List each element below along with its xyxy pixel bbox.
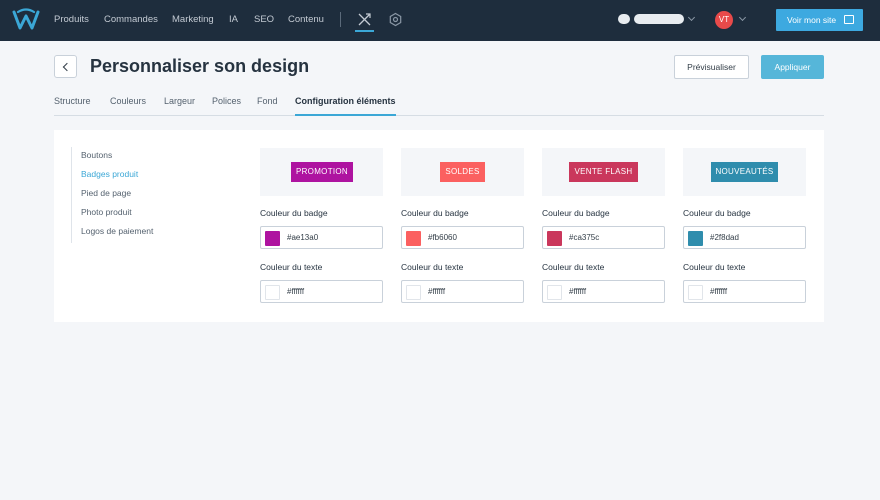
gear-icon[interactable] bbox=[388, 12, 403, 27]
text-color-label: Couleur du texte bbox=[542, 262, 605, 272]
color-swatch[interactable] bbox=[406, 231, 421, 246]
side-menu-rail bbox=[71, 147, 72, 243]
badge-color-label: Couleur du badge bbox=[542, 208, 610, 218]
account-name-redacted bbox=[634, 14, 684, 24]
nav-item-commandes[interactable]: Commandes bbox=[104, 14, 158, 25]
tab-bar: Structure Couleurs Largeur Polices Fond … bbox=[54, 96, 824, 116]
text-color-value: #ffffff bbox=[287, 287, 305, 296]
badge-color-value: #ae13a0 bbox=[287, 233, 319, 242]
badge-color-value: #ca375c bbox=[569, 233, 600, 242]
nav-divider bbox=[340, 12, 341, 27]
color-swatch[interactable] bbox=[688, 285, 703, 300]
side-item-logos-de-paiement[interactable]: Logos de paiement bbox=[81, 226, 153, 236]
top-navigation: Produits Commandes Marketing IA SEO Cont… bbox=[0, 0, 880, 41]
account-dot bbox=[618, 14, 630, 24]
badge-preview: VENTE FLASH bbox=[542, 148, 665, 196]
badge-color-label: Couleur du badge bbox=[260, 208, 328, 218]
badge-soldes: SOLDES bbox=[440, 162, 485, 182]
nav-item-marketing[interactable]: Marketing bbox=[172, 14, 214, 25]
preview-button[interactable]: Prévisualiser bbox=[674, 55, 749, 79]
side-item-boutons[interactable]: Boutons bbox=[81, 150, 112, 160]
color-swatch[interactable] bbox=[688, 231, 703, 246]
tab-couleurs[interactable]: Couleurs bbox=[110, 96, 146, 106]
badge-color-input[interactable]: #2f8dad bbox=[683, 226, 806, 249]
color-swatch[interactable] bbox=[265, 231, 280, 246]
badge-color-input[interactable]: #fb6060 bbox=[401, 226, 524, 249]
color-swatch[interactable] bbox=[406, 285, 421, 300]
nav-item-produits[interactable]: Produits bbox=[54, 14, 89, 25]
text-color-label: Couleur du texte bbox=[401, 262, 464, 272]
badge-preview: NOUVEAUTÉS bbox=[683, 148, 806, 196]
text-color-label: Couleur du texte bbox=[683, 262, 746, 272]
tab-polices[interactable]: Polices bbox=[212, 96, 241, 106]
badge-preview: PROMOTION bbox=[260, 148, 383, 196]
side-item-badges-produit[interactable]: Badges produit bbox=[81, 169, 138, 179]
text-color-input[interactable]: #ffffff bbox=[683, 280, 806, 303]
back-button[interactable] bbox=[54, 55, 77, 78]
side-item-pied-de-page[interactable]: Pied de page bbox=[81, 188, 131, 198]
badge-color-value: #2f8dad bbox=[710, 233, 739, 242]
nav-item-seo[interactable]: SEO bbox=[254, 14, 274, 25]
nav-item-contenu[interactable]: Contenu bbox=[288, 14, 324, 25]
chevron-down-icon[interactable] bbox=[738, 13, 747, 22]
color-swatch[interactable] bbox=[547, 285, 562, 300]
tab-configuration-elements[interactable]: Configuration éléments bbox=[295, 96, 396, 116]
text-color-label: Couleur du texte bbox=[260, 262, 323, 272]
settings-card: Boutons Badges produit Pied de page Phot… bbox=[54, 130, 824, 322]
tab-fond[interactable]: Fond bbox=[257, 96, 278, 106]
account-selector[interactable] bbox=[618, 14, 688, 24]
side-item-photo-produit[interactable]: Photo produit bbox=[81, 207, 132, 217]
text-color-input[interactable]: #ffffff bbox=[260, 280, 383, 303]
color-swatch[interactable] bbox=[265, 285, 280, 300]
text-color-value: #ffffff bbox=[428, 287, 446, 296]
badge-vente-flash: VENTE FLASH bbox=[569, 162, 638, 182]
badge-color-input[interactable]: #ca375c bbox=[542, 226, 665, 249]
page-title: Personnaliser son design bbox=[90, 56, 310, 76]
text-color-input[interactable]: #ffffff bbox=[542, 280, 665, 303]
text-color-value: #ffffff bbox=[569, 287, 587, 296]
badge-nouveautes: NOUVEAUTÉS bbox=[711, 162, 778, 182]
apply-button[interactable]: Appliquer bbox=[761, 55, 824, 79]
nav-item-ia[interactable]: IA bbox=[229, 14, 238, 25]
text-color-value: #ffffff bbox=[710, 287, 728, 296]
view-site-button[interactable]: Voir mon site bbox=[776, 9, 863, 31]
badge-promotion: PROMOTION bbox=[291, 162, 353, 182]
design-tools-icon[interactable] bbox=[355, 12, 374, 32]
avatar[interactable]: VT bbox=[715, 11, 733, 29]
tab-structure[interactable]: Structure bbox=[54, 96, 91, 106]
window-icon bbox=[844, 15, 854, 24]
badge-color-value: #fb6060 bbox=[428, 233, 457, 242]
brand-logo[interactable] bbox=[12, 8, 40, 32]
chevron-down-icon[interactable] bbox=[687, 13, 696, 22]
view-site-label: Voir mon site bbox=[787, 15, 837, 25]
badge-color-label: Couleur du badge bbox=[401, 208, 469, 218]
tab-largeur[interactable]: Largeur bbox=[164, 96, 195, 106]
badge-preview: SOLDES bbox=[401, 148, 524, 196]
text-color-input[interactable]: #ffffff bbox=[401, 280, 524, 303]
badge-color-label: Couleur du badge bbox=[683, 208, 751, 218]
badge-color-input[interactable]: #ae13a0 bbox=[260, 226, 383, 249]
color-swatch[interactable] bbox=[547, 231, 562, 246]
